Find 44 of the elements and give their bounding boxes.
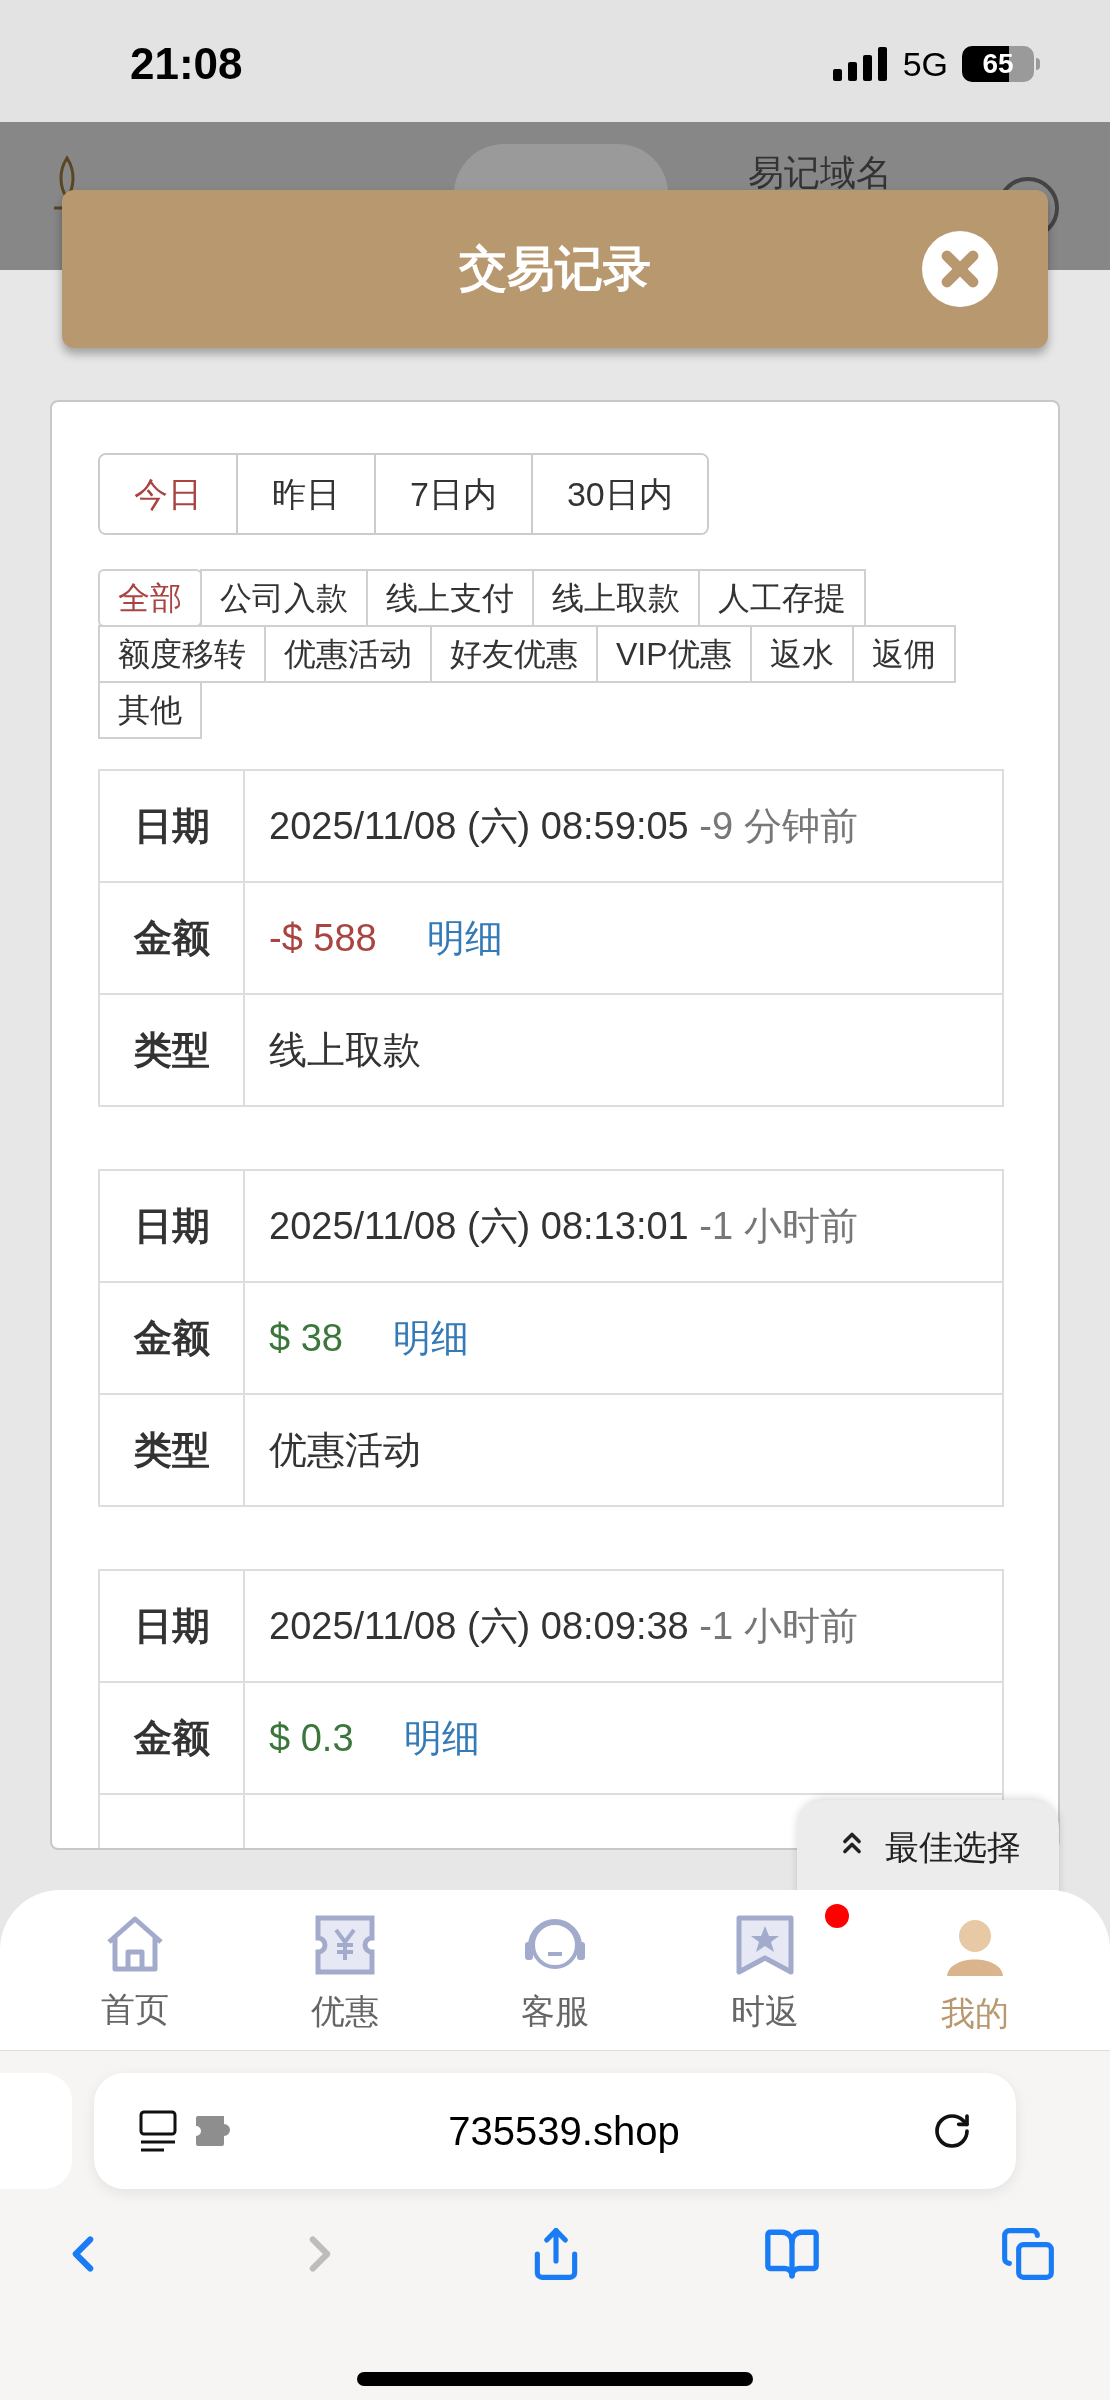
field-label: 金额 bbox=[99, 882, 244, 994]
time-ago: -1 小时前 bbox=[699, 1204, 858, 1247]
nav-tab[interactable]: 客服 bbox=[475, 1914, 635, 2037]
detail-link[interactable]: 明细 bbox=[426, 916, 503, 959]
address-bar[interactable]: 735539.shop bbox=[94, 2073, 1016, 2189]
record-amount: $ 0.3 bbox=[269, 1716, 354, 1759]
record-date: 2025/11/08 (六) 08:59:05 bbox=[269, 804, 689, 847]
ticket-icon bbox=[314, 1914, 376, 1976]
field-label: 类型 bbox=[99, 994, 244, 1106]
record-amount: $ 38 bbox=[269, 1316, 343, 1359]
status-time: 21:08 bbox=[130, 38, 243, 90]
nav-tab[interactable]: 时返 bbox=[685, 1914, 845, 2037]
field-label: 类型 bbox=[99, 1394, 244, 1506]
url-text: 735539.shop bbox=[447, 2108, 681, 2155]
detail-link[interactable]: 明细 bbox=[392, 1316, 469, 1359]
type-filter[interactable]: 人工存提 bbox=[698, 569, 866, 627]
tabs-icon[interactable] bbox=[1000, 2226, 1056, 2282]
type-filter[interactable]: 额度移转 bbox=[98, 625, 266, 683]
date-tab[interactable]: 30日内 bbox=[530, 455, 707, 533]
record-amount: -$ 588 bbox=[269, 916, 377, 959]
time-ago: -1 小时前 bbox=[699, 1604, 858, 1647]
type-filter[interactable]: 返佣 bbox=[851, 625, 956, 683]
nav-tab[interactable]: 首页 bbox=[55, 1914, 215, 2035]
field-label: 金额 bbox=[99, 1682, 244, 1794]
record-date: 2025/11/08 (六) 08:09:38 bbox=[269, 1604, 689, 1647]
type-filter[interactable]: 其他 bbox=[98, 681, 202, 739]
bookmark-star-icon bbox=[735, 1914, 795, 1976]
reader-icon bbox=[138, 2109, 178, 2153]
field-label: 日期 bbox=[99, 1570, 244, 1682]
detail-link[interactable]: 明细 bbox=[403, 1716, 480, 1759]
record-type: 优惠活动 bbox=[244, 1394, 1003, 1506]
record-type: 线上取款 bbox=[244, 994, 1003, 1106]
field-label: 日期 bbox=[99, 1170, 244, 1282]
signal-icon bbox=[832, 47, 889, 81]
type-filter[interactable]: 全部 bbox=[98, 569, 202, 627]
network-label: 5G bbox=[902, 43, 948, 85]
field-label: 金额 bbox=[99, 1282, 244, 1394]
type-filter[interactable]: 公司入款 bbox=[200, 569, 368, 627]
record-date: 2025/11/08 (六) 08:13:01 bbox=[269, 1204, 689, 1247]
time-ago: -9 分钟前 bbox=[699, 804, 858, 847]
nav-tab[interactable]: 优惠 bbox=[265, 1914, 425, 2037]
field-label: 日期 bbox=[99, 770, 244, 882]
reload-icon[interactable] bbox=[932, 2111, 972, 2151]
modal-title: 交易记录 bbox=[459, 241, 651, 297]
